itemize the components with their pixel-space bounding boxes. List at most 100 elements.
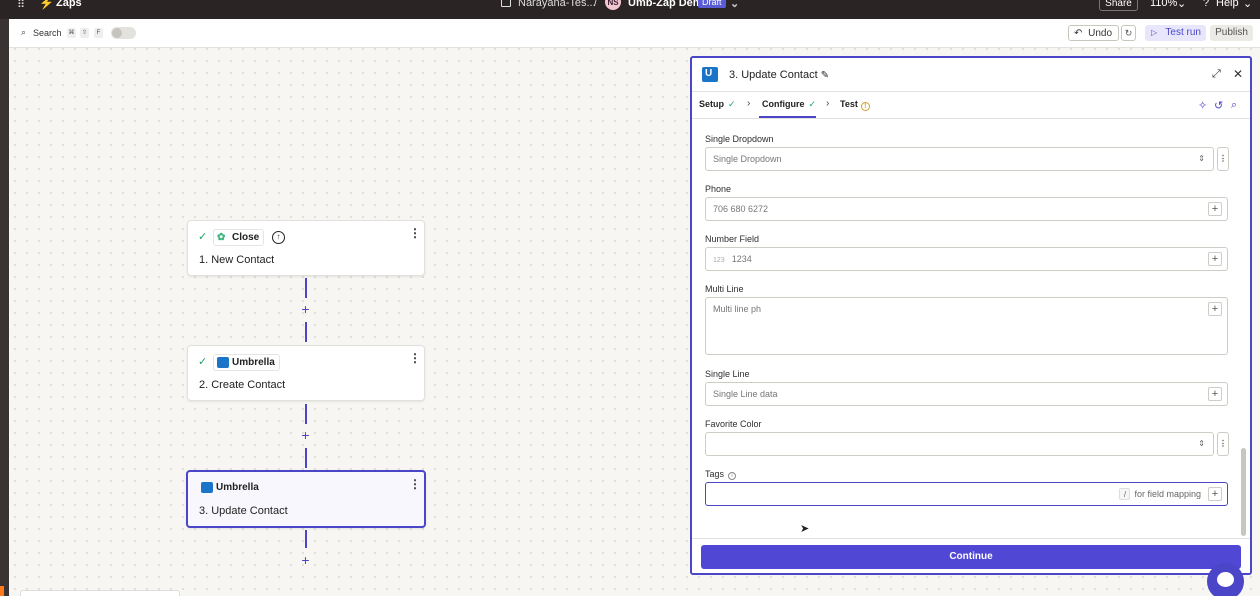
publish-button[interactable]: Publish [1210, 25, 1253, 41]
shortcut-key: F [94, 28, 103, 38]
status-badge: Draft [698, 0, 726, 8]
help-icon[interactable]: ? [1203, 0, 1209, 9]
panel-footer: Continue [692, 538, 1250, 573]
field-mapping-hint: / for field mapping [1119, 483, 1201, 505]
play-icon: ▷ [1151, 28, 1158, 37]
connector-line [305, 530, 307, 548]
field-options-button[interactable]: ⋮ [1217, 432, 1229, 456]
panel-body: Single Dropdown Single Dropdown ⇕ ⋮ Phon… [692, 120, 1250, 536]
field-label: Phone [705, 184, 732, 194]
folder-icon [501, 0, 511, 7]
check-icon: ✓ [808, 99, 817, 109]
add-step-icon[interactable]: + [299, 302, 312, 316]
close-app-icon: ✿ [217, 232, 226, 243]
tab-test[interactable]: Test! [840, 99, 870, 111]
add-step-icon[interactable]: + [299, 553, 312, 567]
app-name-label: Umbrella [216, 482, 259, 493]
zoom-level[interactable]: 110% [1150, 0, 1177, 9]
step-title: 1. New Contact [199, 254, 275, 266]
step-card-1[interactable]: ✓ ✿ Close ↑ 1. New Contact ⋮ [187, 220, 425, 276]
field-options-button[interactable]: ⋮ [1217, 147, 1229, 171]
scrollbar[interactable] [1241, 448, 1246, 536]
app-name[interactable]: Zaps [56, 0, 82, 9]
tab-configure[interactable]: Configure ✓ [762, 99, 816, 110]
panel-header: 3. Update Contact ✎ ⤢ ✕ [692, 58, 1250, 92]
warning-icon: ! [860, 102, 870, 111]
apps-grid-icon[interactable]: ⠿ [17, 0, 25, 11]
check-icon: ✓ [198, 356, 208, 368]
chevron-down-icon[interactable]: ⌄ [1243, 0, 1252, 10]
breadcrumb-separator: / [594, 0, 598, 9]
share-button[interactable]: Share [1099, 0, 1138, 11]
canvas-toggle[interactable] [111, 27, 136, 39]
field-label: Tags i [705, 469, 737, 480]
field-label: Single Line [705, 369, 750, 379]
field-label: Favorite Color [705, 419, 762, 429]
check-icon: ✓ [198, 231, 208, 243]
search-icon[interactable]: ⌕ [21, 27, 26, 38]
close-icon[interactable]: ✕ [1233, 67, 1243, 81]
folder-name[interactable]: Narayana-Tes... [518, 0, 596, 9]
history-button[interactable]: ↻ [1121, 25, 1136, 41]
edge-indicator [0, 586, 4, 596]
connector-line [305, 322, 307, 342]
app-chip: ✿ Close [213, 229, 265, 246]
insert-data-button[interactable]: + [1208, 387, 1222, 401]
test-run-label: Test run [1165, 27, 1201, 38]
more-options-icon[interactable]: ⋮ [409, 478, 421, 490]
undo-button[interactable]: ↶ Undo [1068, 25, 1119, 41]
search-button[interactable]: Search [33, 28, 62, 38]
chevron-right-icon: › [826, 98, 830, 109]
zapier-logo-icon: ⚡ [39, 0, 54, 10]
field-label: Single Dropdown [705, 134, 774, 144]
connector-line [305, 448, 307, 468]
panel-title[interactable]: 3. Update Contact ✎ [729, 69, 829, 81]
refresh-icon[interactable]: ↺ [1214, 99, 1223, 112]
field-label: Multi Line [705, 284, 744, 294]
phone-field[interactable]: 706 680 6272 + [705, 197, 1228, 221]
shortcut-key: ⇧ [80, 28, 89, 38]
app-name-label: Close [232, 232, 260, 243]
top-bar: ⠿ ⚡ Zaps Narayana-Tes... / NS Umb-Zap De… [0, 0, 1260, 19]
chevron-right-icon: › [747, 98, 751, 109]
expand-icon[interactable]: ⤢ [1212, 68, 1221, 81]
active-tab-indicator [759, 116, 816, 118]
add-step-icon[interactable]: + [299, 428, 312, 442]
favorite-color-select[interactable]: ⇕ [705, 432, 1214, 456]
history-icon: ↻ [1124, 28, 1133, 38]
insert-data-button[interactable]: + [1208, 302, 1222, 316]
tab-setup[interactable]: Setup ✓ [699, 99, 736, 110]
single-dropdown-select[interactable]: Single Dropdown ⇕ [705, 147, 1214, 171]
single-line-field[interactable]: Single Line data + [705, 382, 1228, 406]
undo-label: Undo [1088, 28, 1112, 39]
field-label: Number Field [705, 234, 760, 244]
chevron-down-icon[interactable]: ⌄ [1177, 0, 1186, 10]
step-card-2[interactable]: ✓ Umbrella 2. Create Contact ⋮ [187, 345, 425, 401]
more-options-icon[interactable]: ⋮ [409, 227, 421, 239]
insert-data-button[interactable]: + [1208, 252, 1222, 266]
number-type-icon: 123 [713, 257, 725, 264]
help-link[interactable]: Help [1216, 0, 1239, 9]
insert-data-button[interactable]: + [1208, 202, 1222, 216]
test-run-button[interactable]: ▷ Test run [1145, 25, 1206, 41]
step-card-3[interactable]: Umbrella 3. Update Contact ⋮ [186, 470, 426, 528]
ai-sparkle-icon[interactable]: ✧ [1198, 99, 1207, 112]
bottom-toolbar [20, 590, 180, 596]
continue-button[interactable]: Continue [701, 545, 1241, 569]
tags-field[interactable]: / for field mapping + [705, 482, 1228, 506]
step-title: 2. Create Contact [199, 379, 286, 391]
more-options-icon[interactable]: ⋮ [409, 352, 421, 364]
chat-icon[interactable] [1207, 563, 1244, 596]
info-icon[interactable]: i [728, 472, 737, 480]
select-arrows-icon: ⇕ [1198, 154, 1205, 163]
step-editor-panel: 3. Update Contact ✎ ⤢ ✕ Setup✓ › Configu… [690, 56, 1252, 575]
multi-line-textarea[interactable]: Multi line ph + [705, 297, 1228, 355]
chevron-down-icon[interactable]: ⌄ [730, 0, 739, 10]
insert-data-button[interactable]: + [1208, 487, 1222, 501]
app-name-label: Umbrella [232, 357, 275, 368]
search-icon[interactable]: ⌕ [1231, 99, 1237, 112]
avatar[interactable]: NS [605, 0, 621, 10]
connector-line [305, 278, 307, 298]
edit-pencil-icon[interactable]: ✎ [821, 70, 829, 81]
number-field[interactable]: 123 1234 + [705, 247, 1228, 271]
